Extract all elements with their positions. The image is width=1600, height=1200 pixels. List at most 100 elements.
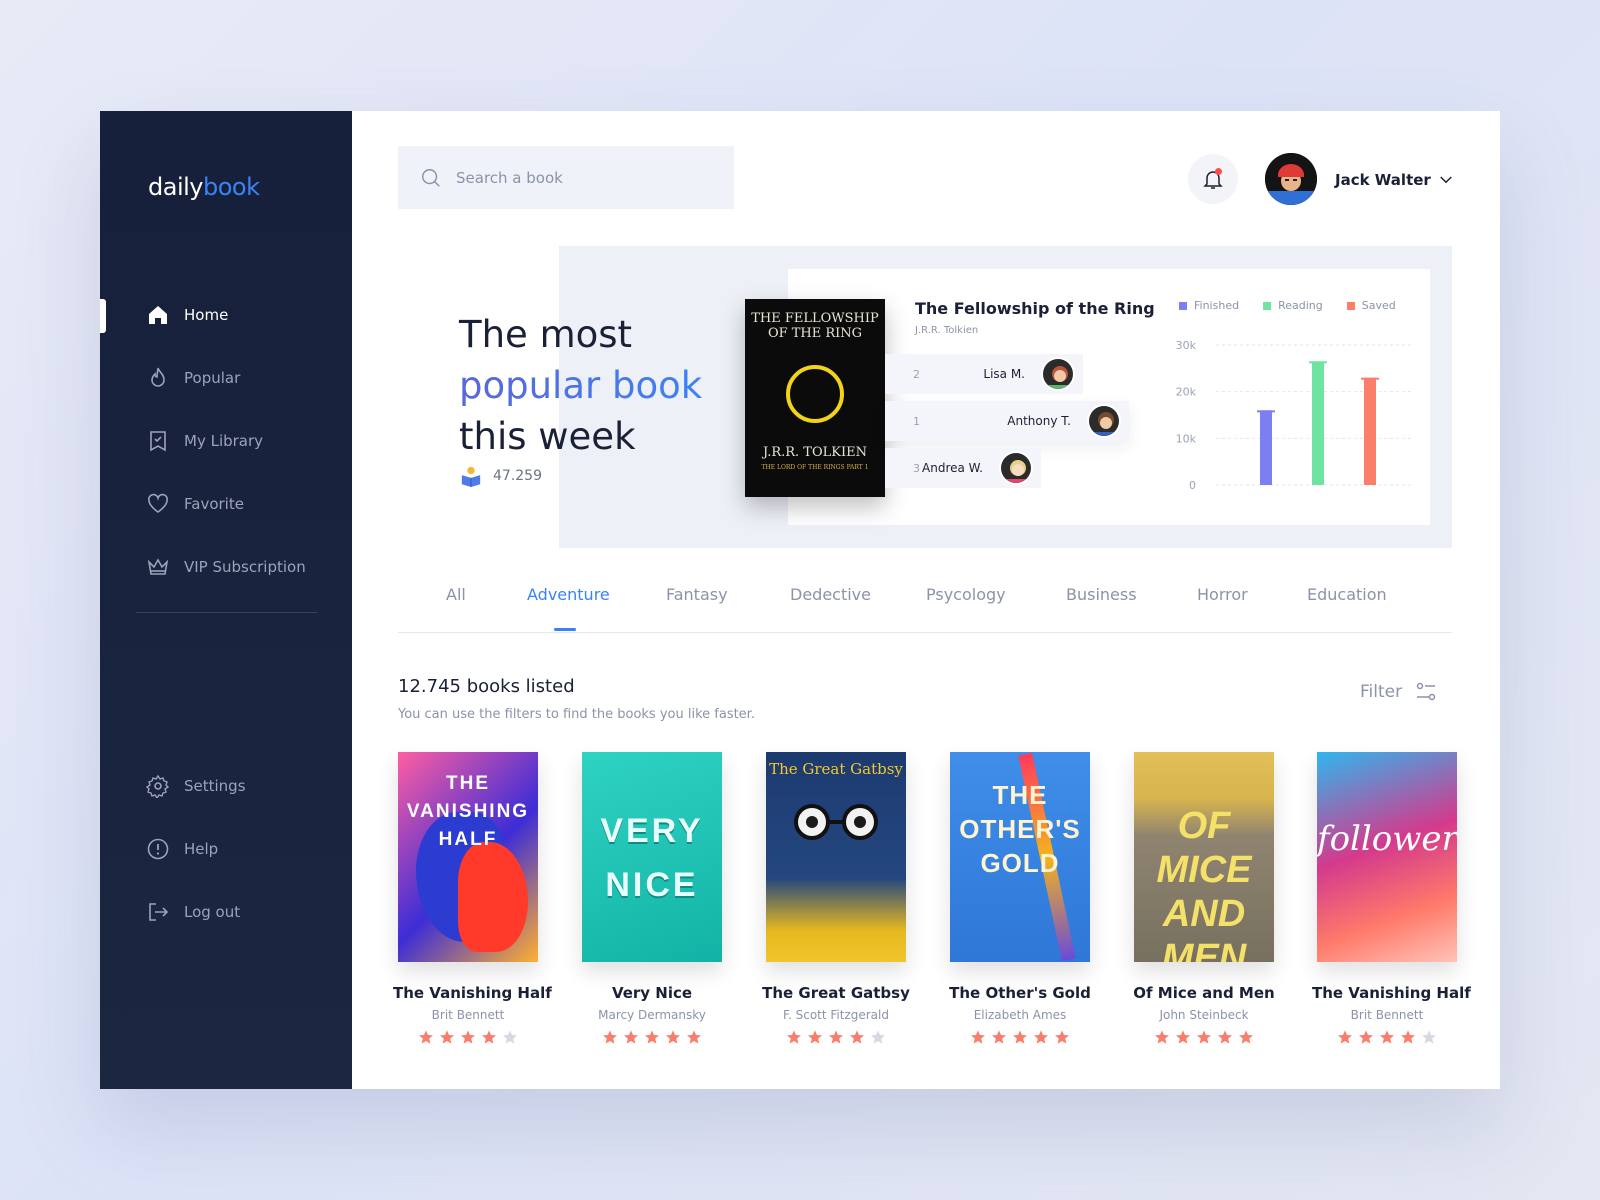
sidebar-item-settings[interactable]: Settings [100, 754, 352, 817]
book-author: Elizabeth Ames [973, 1008, 1067, 1022]
home-icon [149, 305, 167, 324]
rating-stars [393, 1029, 543, 1045]
sidebar-item-popular[interactable]: Popular [100, 346, 352, 409]
sidebar-item-label: Help [184, 839, 219, 858]
bar-saved[interactable] [1364, 377, 1376, 485]
featured-book-cover[interactable]: THE FELLOWSHIP OF THE RING J.R.R. TOLKIE… [745, 299, 885, 497]
book-card[interactable]: THE VANISHING HALF The Vanishing Half Br… [393, 752, 552, 1045]
sidebar-item-vip[interactable]: VIP Subscription [100, 535, 352, 598]
book-card[interactable]: VERY NICE Very Nice Marcy Dermansky [577, 752, 727, 1045]
gear-icon [146, 774, 170, 798]
book-title[interactable]: Of Mice and Men [1129, 984, 1279, 1002]
search-input[interactable]: Search a book [398, 146, 734, 209]
tab-dedective[interactable]: Dedective [790, 585, 871, 604]
filter-icon [1416, 682, 1436, 701]
sidebar-item-label: Popular [184, 368, 241, 387]
book-card[interactable]: THE OTHER'S GOLD The Other's Gold Elizab… [945, 752, 1095, 1045]
star-icon [440, 1030, 454, 1044]
book-card[interactable]: followers The Vanishing Half Brit Bennet… [1312, 752, 1471, 1045]
book-cover[interactable]: THE OTHER'S GOLD [950, 752, 1090, 962]
star-icon [1197, 1030, 1211, 1044]
book-author: John Steinbeck [1159, 1008, 1249, 1022]
book-title[interactable]: The Other's Gold [945, 984, 1095, 1002]
reader-count-value: 47.259 [493, 468, 542, 484]
cover-text: followers [1317, 819, 1457, 859]
tab-business[interactable]: Business [1066, 585, 1137, 604]
heart-icon [148, 493, 168, 513]
book-cover[interactable]: The Great Gatbsy [766, 752, 906, 962]
tab-psycology[interactable]: Psycology [926, 585, 1006, 604]
filter-button[interactable]: Filter [1360, 680, 1438, 704]
rating-stars [577, 1029, 727, 1045]
sidebar-item-help[interactable]: Help [100, 817, 352, 880]
sidebar-item-favorite[interactable]: Favorite [100, 472, 352, 535]
book-author: Marcy Dermansky [598, 1008, 706, 1022]
star-icon [808, 1030, 822, 1044]
star-icon [1338, 1030, 1352, 1044]
user-avatar[interactable] [1265, 153, 1317, 205]
book-title[interactable]: The Vanishing Half [393, 984, 552, 1002]
star-icon [1380, 1030, 1394, 1044]
book-cover[interactable]: VERY NICE [582, 752, 722, 962]
secondary-nav: Settings Help Log out [100, 754, 352, 943]
hero-line-3: this week [459, 415, 636, 458]
book-card[interactable]: The Great Gatbsy The Great Gatbsy F. Sco… [761, 752, 911, 1045]
sidebar-item-logout[interactable]: Log out [100, 880, 352, 943]
user-name[interactable]: Jack Walter [1335, 171, 1431, 189]
star-icon [871, 1030, 885, 1044]
y-tick-label: 10k [1176, 432, 1197, 445]
star-icon [1401, 1030, 1415, 1044]
bar-cap [1257, 410, 1275, 413]
sidebar-item-home[interactable]: Home [100, 283, 352, 346]
ranking-row[interactable]: 3 Andrea W. [885, 448, 1041, 488]
notification-button[interactable] [1188, 154, 1238, 204]
active-tab-indicator [554, 628, 576, 631]
sidebar-item-label: Settings [184, 776, 246, 795]
ranking-row[interactable]: 1 Anthony T. [885, 401, 1129, 441]
cover-author: J.R.R. TOLKIEN [763, 445, 867, 460]
featured-book-author: J.R.R. Tolkien [915, 325, 979, 336]
app-window: dailybook Home Popular My Library Favori… [100, 111, 1500, 1089]
sidebar-divider [136, 612, 318, 613]
legend-item: Finished [1179, 299, 1239, 312]
cover-text: OF MICE AND MEN [1156, 805, 1252, 962]
rank-number: 2 [913, 367, 920, 381]
book-card[interactable]: OF MICE AND MEN Of Mice and Men John Ste… [1129, 752, 1279, 1045]
y-tick-label: 30k [1176, 339, 1197, 352]
books-count-subtitle: You can use the filters to find the book… [398, 707, 755, 722]
tab-all[interactable]: All [446, 585, 466, 604]
search-placeholder: Search a book [456, 168, 563, 187]
glasses-icon [794, 804, 878, 840]
cover-text: THE OTHER'S GOLD [959, 780, 1081, 878]
logo[interactable]: dailybook [148, 173, 260, 201]
book-cover[interactable]: followers [1317, 752, 1457, 962]
featured-book-title[interactable]: The Fellowship of the Ring [915, 299, 1155, 318]
legend-label: Reading [1278, 299, 1323, 312]
legend-label: Saved [1361, 299, 1396, 312]
reader-name: Lisa M. [983, 367, 1025, 381]
bar-reading[interactable] [1312, 361, 1324, 485]
chevron-down-icon[interactable] [1437, 171, 1455, 189]
bar-finished[interactable] [1260, 410, 1272, 485]
book-title[interactable]: The Vanishing Half [1312, 984, 1471, 1002]
tab-education[interactable]: Education [1307, 585, 1387, 604]
book-title[interactable]: Very Nice [577, 984, 727, 1002]
star-icon [1034, 1030, 1048, 1044]
book-cover[interactable]: THE VANISHING HALF [398, 752, 538, 962]
main-nav: Home Popular My Library Favorite VIP Sub… [100, 283, 352, 598]
sidebar-item-my-library[interactable]: My Library [100, 409, 352, 472]
books-count: 12.745 books listed [398, 676, 575, 697]
y-tick-label: 0 [1189, 479, 1196, 492]
tab-adventure[interactable]: Adventure [527, 585, 610, 604]
tab-fantasy[interactable]: Fantasy [666, 585, 728, 604]
bar-cap [1361, 377, 1379, 380]
tab-horror[interactable]: Horror [1197, 585, 1248, 604]
legend-swatch [1263, 301, 1272, 310]
star-icon [461, 1030, 475, 1044]
star-icon [1422, 1030, 1436, 1044]
ranking-row[interactable]: 2 Lisa M. [885, 354, 1083, 394]
legend-swatch [1179, 301, 1187, 310]
book-cover[interactable]: OF MICE AND MEN [1134, 752, 1274, 962]
star-icon [971, 1030, 985, 1044]
book-title[interactable]: The Great Gatbsy [761, 984, 911, 1002]
